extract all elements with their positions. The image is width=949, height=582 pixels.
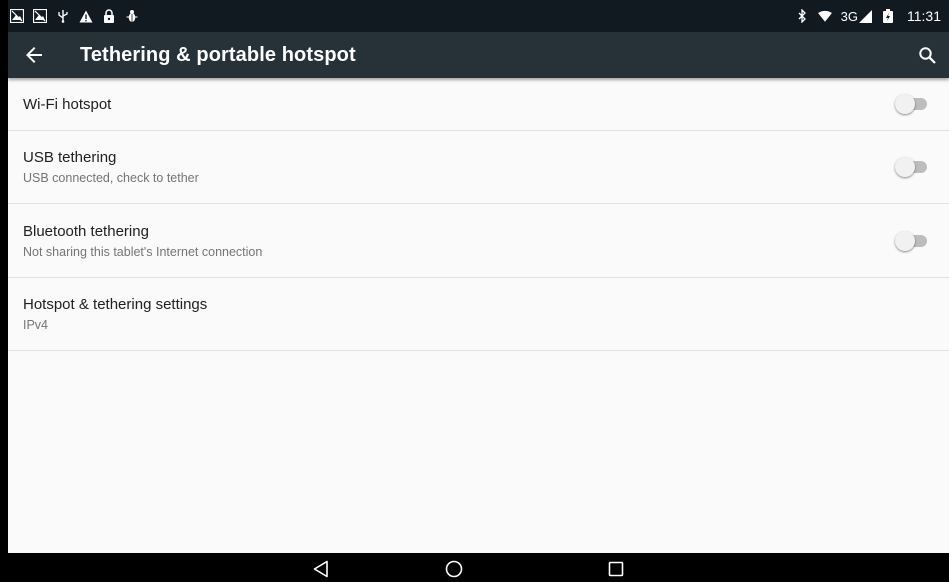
home-circle-icon <box>445 560 463 578</box>
app-bar: Tethering & portable hotspot <box>8 32 949 78</box>
setting-subtitle: USB connected, check to tether <box>23 171 199 185</box>
bug-icon <box>125 9 139 23</box>
recents-square-icon <box>608 561 624 577</box>
arrow-back-icon <box>26 47 42 63</box>
status-notification-icons <box>10 9 139 23</box>
setting-text: Hotspot & tethering settings IPv4 <box>23 296 929 332</box>
bluetooth-icon <box>795 9 809 23</box>
setting-wifi-hotspot[interactable]: Wi-Fi hotspot <box>8 78 949 131</box>
status-bar: 3G 11:31 <box>8 0 949 32</box>
setting-title: USB tethering <box>23 149 117 166</box>
setting-title: Wi-Fi hotspot <box>23 95 112 113</box>
setting-text: Wi-Fi hotspot <box>23 96 895 113</box>
status-time: 11:31 <box>907 8 941 24</box>
setting-subtitle: IPv4 <box>23 318 49 332</box>
toggle-thumb <box>895 94 915 114</box>
setting-text: Bluetooth tethering Not sharing this tab… <box>23 223 895 259</box>
toggle-thumb <box>895 157 915 177</box>
nav-home-button[interactable] <box>434 557 474 581</box>
setting-usb-tethering[interactable]: USB tethering USB connected, check to te… <box>8 131 949 204</box>
usb-icon <box>56 9 70 23</box>
device-bezel <box>0 0 8 582</box>
search-button[interactable] <box>905 32 949 78</box>
warning-icon <box>79 9 93 23</box>
setting-subtitle: Not sharing this tablet's Internet conne… <box>23 244 263 259</box>
back-button[interactable] <box>12 32 56 78</box>
nav-back-button[interactable] <box>301 557 341 581</box>
page-title: Tethering & portable hotspot <box>80 43 356 66</box>
setting-title: Hotspot & tethering settings <box>23 296 208 313</box>
setting-bluetooth-tethering[interactable]: Bluetooth tethering Not sharing this tab… <box>8 204 949 278</box>
navigation-bar <box>8 553 949 582</box>
bluetooth-tethering-toggle[interactable] <box>895 230 929 251</box>
notification-image-icon <box>33 9 47 23</box>
network-type-label: 3G <box>840 8 858 24</box>
nav-recents-button[interactable] <box>596 557 636 581</box>
network-type: 3G <box>841 9 872 24</box>
usb-tethering-toggle[interactable] <box>895 157 929 177</box>
setting-hotspot-tethering-settings[interactable]: Hotspot & tethering settings IPv4 <box>8 278 949 351</box>
setting-text: USB tethering USB connected, check to te… <box>23 149 895 185</box>
setting-title: Bluetooth tethering <box>23 222 149 240</box>
status-system-icons: 3G 11:31 <box>795 8 941 24</box>
signal-icon <box>859 9 872 23</box>
toggle-thumb <box>895 230 915 251</box>
notification-image-icon <box>10 9 24 23</box>
lock-icon <box>102 9 116 23</box>
wifi-icon <box>817 9 832 23</box>
back-triangle-icon <box>313 560 328 578</box>
screen: 3G 11:31 Tethering & portable hotspot Wi… <box>8 0 949 582</box>
settings-list: Wi-Fi hotspot USB tethering USB connecte… <box>8 78 949 351</box>
battery-charging-icon <box>881 9 895 23</box>
search-icon <box>918 46 936 64</box>
wifi-hotspot-toggle[interactable] <box>895 94 929 114</box>
